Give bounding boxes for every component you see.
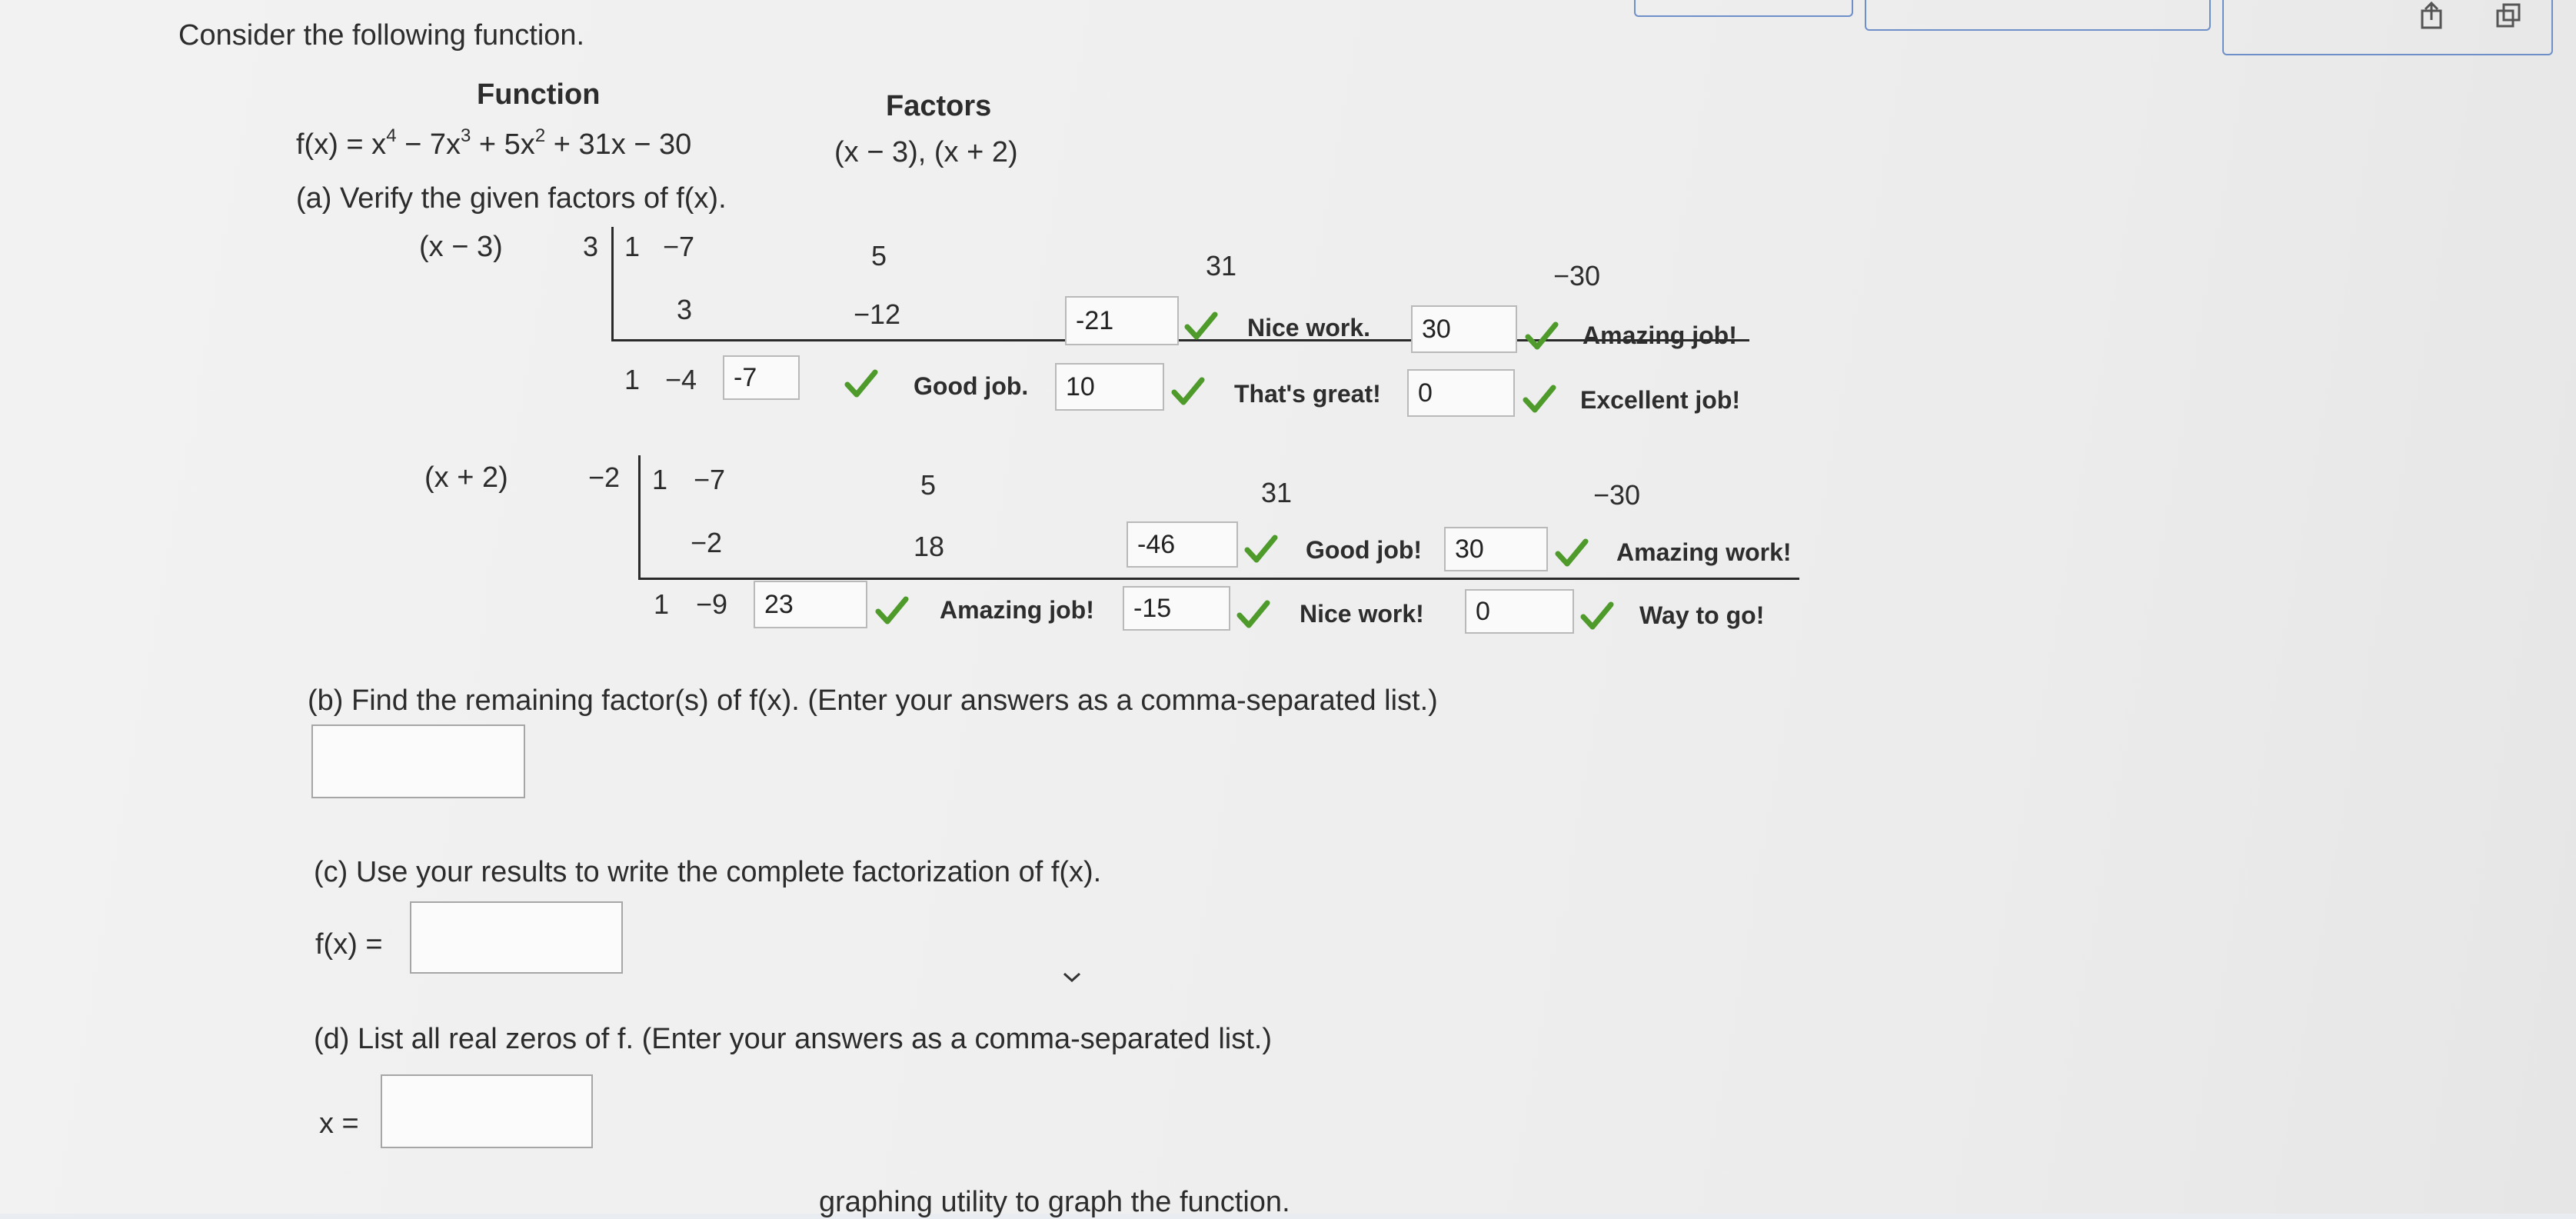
part-c-prompt: (c) Use your results to write the comple… — [314, 856, 1102, 888]
check-icon — [1525, 321, 1559, 350]
div1-mid-value: −12 — [854, 298, 901, 330]
check-icon — [844, 369, 878, 398]
div1-mid-input[interactable]: 30 — [1411, 305, 1517, 353]
div2-top-coef: −7 — [694, 464, 726, 495]
div1-top-coef: 5 — [871, 240, 887, 271]
div2-bottom-input[interactable]: -15 — [1123, 586, 1230, 631]
div2-root: −2 — [588, 461, 621, 493]
div1-feedback: Excellent job! — [1580, 386, 1741, 414]
div1-horizontal-bar — [611, 339, 1749, 341]
div1-top-coef: −30 — [1553, 260, 1601, 291]
factorization-input[interactable] — [410, 901, 623, 974]
check-icon — [1244, 535, 1278, 563]
check-icon — [1555, 538, 1589, 567]
div2-mid-input[interactable]: 30 — [1444, 527, 1548, 571]
div2-feedback: Way to go! — [1639, 601, 1765, 629]
div2-mid-value: −2 — [691, 527, 723, 558]
div1-mid-value: 3 — [677, 294, 693, 325]
div1-top-coef: 31 — [1206, 250, 1237, 281]
part-a-prompt: (a) Verify the given factors of f(x). — [296, 182, 727, 215]
factors-expression: (x − 3), (x + 2) — [834, 136, 1018, 168]
share-icon[interactable] — [2415, 0, 2448, 31]
div2-feedback: Amazing job! — [940, 596, 1094, 624]
div1-bottom-input[interactable]: -7 — [723, 355, 800, 400]
intro-text: Consider the following function. — [178, 19, 585, 52]
top-tab-1[interactable] — [1634, 0, 1853, 17]
div1-feedback: That's great! — [1234, 380, 1381, 408]
div2-factor-label: (x + 2) — [424, 461, 508, 494]
div2-bottom-value: 1 — [654, 588, 670, 620]
worksheet-page: Consider the following function. Functio… — [0, 0, 2576, 1218]
div2-top-coef: 1 — [652, 464, 668, 495]
div2-top-coef: 5 — [920, 469, 937, 501]
div1-mid-input[interactable]: -21 — [1065, 296, 1179, 345]
div1-feedback: Nice work. — [1247, 314, 1371, 341]
part-b-prompt: (b) Find the remaining factor(s) of f(x)… — [308, 684, 1438, 717]
remaining-factors-input[interactable] — [311, 724, 525, 798]
div1-vertical-bar — [611, 227, 614, 341]
div2-bottom-input[interactable]: 23 — [754, 581, 867, 628]
div1-top-coef: −7 — [663, 231, 695, 262]
div1-remainder-input[interactable]: 0 — [1407, 369, 1515, 417]
div2-mid-input[interactable]: -46 — [1127, 521, 1238, 568]
check-icon — [875, 596, 909, 624]
check-icon — [1236, 600, 1270, 628]
div2-vertical-bar — [638, 455, 641, 580]
check-icon — [1184, 311, 1218, 340]
div2-feedback: Nice work! — [1300, 600, 1424, 628]
div1-bottom-input[interactable]: 10 — [1055, 363, 1164, 411]
real-zeros-input[interactable] — [381, 1074, 593, 1148]
div1-top-coef: 1 — [624, 231, 641, 262]
top-tab-2[interactable] — [1865, 0, 2211, 31]
div2-horizontal-bar — [638, 578, 1799, 580]
div1-bottom-value: −4 — [665, 364, 697, 395]
div2-mid-value: 18 — [914, 531, 945, 562]
check-icon — [1171, 377, 1205, 405]
copy-icon[interactable] — [2491, 0, 2525, 31]
check-icon — [1523, 385, 1556, 413]
part-d-label: x = — [319, 1107, 359, 1140]
function-header: Function — [477, 78, 601, 111]
chevron-down-icon — [1063, 972, 1081, 983]
div2-remainder-input[interactable]: 0 — [1465, 589, 1574, 634]
div2-top-coef: −30 — [1593, 479, 1641, 511]
div1-feedback: Good job. — [914, 372, 1029, 400]
div1-bottom-value: 1 — [624, 364, 641, 395]
check-icon — [1580, 601, 1614, 630]
div2-top-coef: 31 — [1261, 477, 1293, 508]
part-c-label: f(x) = — [315, 928, 383, 961]
div2-feedback: Good job! — [1306, 536, 1423, 564]
div1-root: 3 — [583, 231, 599, 262]
function-expression: f(x) = x4 − 7x3 + 5x2 + 31x − 30 — [296, 125, 692, 162]
part-e-partial-text: graphing utility to graph the function. — [819, 1186, 1290, 1218]
div2-bottom-value: −9 — [696, 588, 728, 620]
div1-feedback: Amazing job! — [1583, 321, 1737, 349]
part-d-prompt: (d) List all real zeros of f. (Enter you… — [314, 1023, 1273, 1055]
div1-factor-label: (x − 3) — [419, 231, 503, 263]
factors-header: Factors — [886, 90, 992, 122]
div2-feedback: Amazing work! — [1616, 538, 1792, 566]
